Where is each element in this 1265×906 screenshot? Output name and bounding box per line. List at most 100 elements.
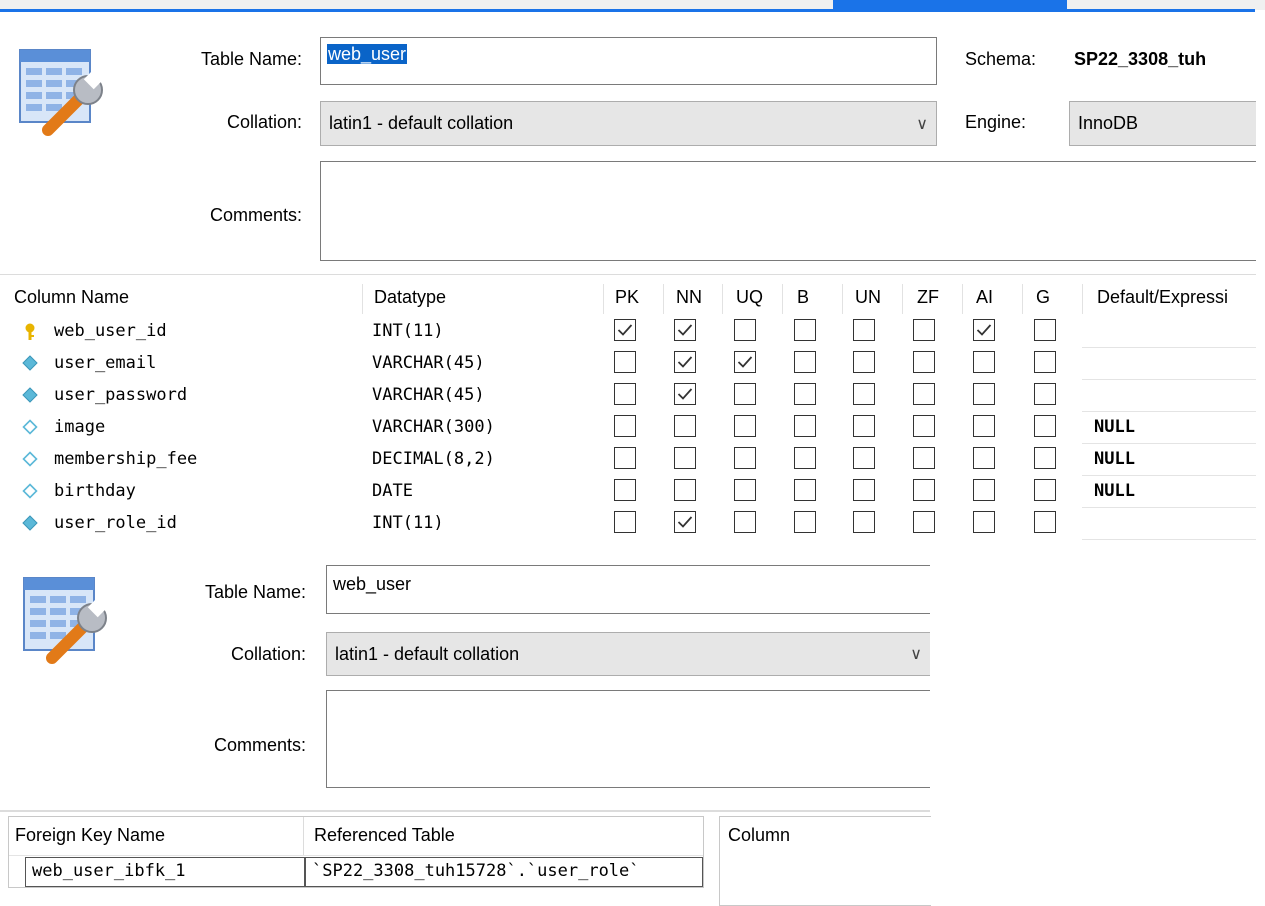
fk-referenced-table-cell[interactable]: `SP22_3308_tuh15728`.`user_role` (305, 857, 703, 887)
b-checkbox[interactable] (794, 415, 816, 437)
column-name-cell[interactable]: user_email (54, 353, 156, 373)
comments-textarea[interactable] (326, 690, 930, 788)
nn-checkbox[interactable] (674, 351, 696, 373)
header-foreign-key-name[interactable]: Foreign Key Name (15, 825, 165, 846)
un-checkbox[interactable] (853, 479, 875, 501)
uq-checkbox[interactable] (734, 511, 756, 533)
comments-textarea[interactable] (320, 161, 1256, 261)
header-b[interactable]: B (797, 287, 809, 308)
nn-checkbox[interactable] (674, 479, 696, 501)
g-checkbox[interactable] (1034, 511, 1056, 533)
pk-checkbox[interactable] (614, 447, 636, 469)
column-name-cell[interactable]: image (54, 417, 105, 437)
column-name-cell[interactable]: membership_fee (54, 449, 197, 469)
default-cell[interactable]: NULL (1094, 417, 1135, 437)
zf-checkbox[interactable] (913, 415, 935, 437)
zf-checkbox[interactable] (913, 447, 935, 469)
header-nn[interactable]: NN (676, 287, 702, 308)
ai-checkbox[interactable] (973, 319, 995, 341)
fk-column-grid[interactable]: Column (719, 816, 931, 906)
datatype-cell[interactable]: DECIMAL(8,2) (372, 449, 495, 469)
un-checkbox[interactable] (853, 351, 875, 373)
default-cell[interactable]: NULL (1094, 481, 1135, 501)
table-row[interactable]: user_role_id INT(11) (0, 508, 1256, 540)
ai-checkbox[interactable] (973, 415, 995, 437)
foreign-key-grid[interactable]: Foreign Key Name Referenced Table web_us… (8, 816, 704, 888)
header-default[interactable]: Default/Expressi (1097, 287, 1228, 308)
header-pk[interactable]: PK (615, 287, 639, 308)
header-zf[interactable]: ZF (917, 287, 939, 308)
uq-checkbox[interactable] (734, 479, 756, 501)
fk-name-cell[interactable]: web_user_ibfk_1 (25, 857, 305, 887)
zf-checkbox[interactable] (913, 479, 935, 501)
table-row[interactable]: web_user_id INT(11) (0, 316, 1256, 348)
collation-dropdown[interactable]: latin1 - default collation ∨ (320, 101, 937, 146)
b-checkbox[interactable] (794, 447, 816, 469)
header-uq[interactable]: UQ (736, 287, 763, 308)
datatype-cell[interactable]: VARCHAR(45) (372, 353, 485, 373)
g-checkbox[interactable] (1034, 383, 1056, 405)
table-row[interactable]: birthday DATE NULL (0, 476, 1256, 508)
g-checkbox[interactable] (1034, 319, 1056, 341)
zf-checkbox[interactable] (913, 511, 935, 533)
collation-dropdown[interactable]: latin1 - default collation ∨ (326, 632, 930, 676)
header-referenced-table[interactable]: Referenced Table (314, 825, 455, 846)
un-checkbox[interactable] (853, 319, 875, 341)
g-checkbox[interactable] (1034, 479, 1056, 501)
datatype-cell[interactable]: INT(11) (372, 321, 444, 341)
nn-checkbox[interactable] (674, 383, 696, 405)
ai-checkbox[interactable] (973, 447, 995, 469)
datatype-cell[interactable]: VARCHAR(300) (372, 417, 495, 437)
table-row[interactable]: user_email VARCHAR(45) (0, 348, 1256, 380)
header-column-name[interactable]: Column Name (14, 287, 129, 308)
table-name-input[interactable]: web_user (326, 565, 930, 614)
nn-checkbox[interactable] (674, 415, 696, 437)
pk-checkbox[interactable] (614, 511, 636, 533)
header-ai[interactable]: AI (976, 287, 993, 308)
pk-checkbox[interactable] (614, 351, 636, 373)
ai-checkbox[interactable] (973, 511, 995, 533)
uq-checkbox[interactable] (734, 351, 756, 373)
un-checkbox[interactable] (853, 447, 875, 469)
active-tab-indicator[interactable] (833, 0, 1067, 12)
datatype-cell[interactable]: DATE (372, 481, 413, 501)
zf-checkbox[interactable] (913, 351, 935, 373)
b-checkbox[interactable] (794, 351, 816, 373)
header-fk-column[interactable]: Column (728, 825, 790, 846)
header-g[interactable]: G (1036, 287, 1050, 308)
default-cell[interactable]: NULL (1094, 449, 1135, 469)
header-datatype[interactable]: Datatype (374, 287, 446, 308)
b-checkbox[interactable] (794, 479, 816, 501)
pk-checkbox[interactable] (614, 415, 636, 437)
un-checkbox[interactable] (853, 383, 875, 405)
ai-checkbox[interactable] (973, 479, 995, 501)
column-name-cell[interactable]: user_role_id (54, 513, 177, 533)
uq-checkbox[interactable] (734, 383, 756, 405)
ai-checkbox[interactable] (973, 351, 995, 373)
ai-checkbox[interactable] (973, 383, 995, 405)
nn-checkbox[interactable] (674, 511, 696, 533)
engine-dropdown[interactable]: InnoDB (1069, 101, 1256, 146)
uq-checkbox[interactable] (734, 447, 756, 469)
table-row[interactable]: user_password VARCHAR(45) (0, 380, 1256, 412)
table-row[interactable]: image VARCHAR(300) NULL (0, 412, 1256, 444)
b-checkbox[interactable] (794, 319, 816, 341)
table-row[interactable]: membership_fee DECIMAL(8,2) NULL (0, 444, 1256, 476)
b-checkbox[interactable] (794, 383, 816, 405)
un-checkbox[interactable] (853, 415, 875, 437)
column-name-cell[interactable]: web_user_id (54, 321, 167, 341)
g-checkbox[interactable] (1034, 351, 1056, 373)
datatype-cell[interactable]: INT(11) (372, 513, 444, 533)
nn-checkbox[interactable] (674, 319, 696, 341)
pk-checkbox[interactable] (614, 319, 636, 341)
column-name-cell[interactable]: birthday (54, 481, 136, 501)
header-un[interactable]: UN (855, 287, 881, 308)
g-checkbox[interactable] (1034, 447, 1056, 469)
table-name-input[interactable]: web_user (320, 37, 937, 85)
pk-checkbox[interactable] (614, 383, 636, 405)
b-checkbox[interactable] (794, 511, 816, 533)
zf-checkbox[interactable] (913, 383, 935, 405)
zf-checkbox[interactable] (913, 319, 935, 341)
column-name-cell[interactable]: user_password (54, 385, 187, 405)
datatype-cell[interactable]: VARCHAR(45) (372, 385, 485, 405)
